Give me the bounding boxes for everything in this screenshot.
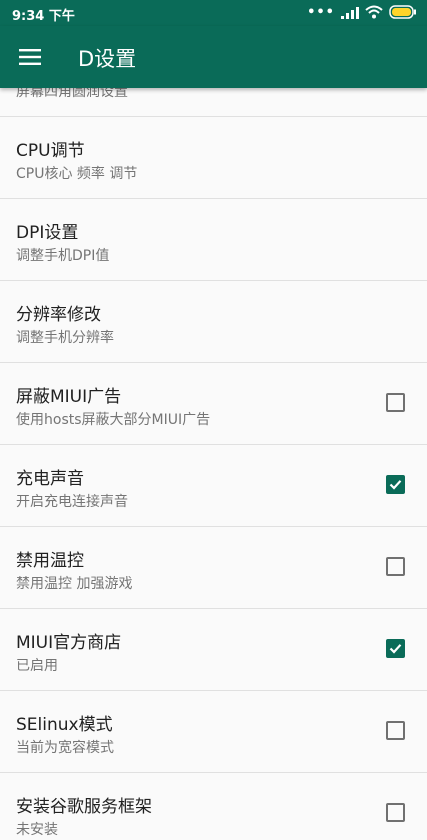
app-bar: D设置 [0, 26, 427, 88]
status-time: 9:34 下午 [12, 9, 75, 24]
setting-subtitle: 禁用温控 加强游戏 [16, 576, 133, 592]
setting-subtitle: 当前为宽容模式 [16, 740, 114, 756]
setting-subtitle: CPU核心 频率 调节 [16, 166, 138, 182]
settings-list[interactable]: 屏幕圆角设置屏幕四角圆润设置 CPU调节 CPU核心 频率 调节 DPI设置调整手机D… [0, 88, 427, 840]
setting-row-disable-thermal[interactable]: 禁用温控禁用温控 加强游戏 [0, 527, 427, 609]
setting-subtitle: 调整手机分辨率 [16, 330, 114, 346]
hamburger-menu-icon [19, 49, 41, 65]
checkmark-icon [389, 644, 402, 654]
setting-title: MIUI官方商店 [16, 633, 122, 653]
setting-checkbox[interactable] [386, 393, 405, 412]
setting-subtitle: 屏幕四角圆润设置 [16, 88, 128, 100]
setting-title: DPI设置 [16, 223, 79, 243]
setting-row-cpu-tuning[interactable]: CPU调节 CPU核心 频率 调节 [0, 117, 427, 199]
setting-title: 安装谷歌服务框架 [16, 797, 152, 817]
menu-button[interactable] [10, 37, 50, 77]
setting-row-charging-sound[interactable]: 充电声音开启充电连接声音 [0, 445, 427, 527]
wifi-icon [365, 4, 383, 23]
setting-row-miui-store[interactable]: MIUI官方商店已启用 [0, 609, 427, 691]
setting-row-google-services[interactable]: 安装谷歌服务框架未安装 [0, 773, 427, 840]
setting-subtitle: 调整手机DPI值 [16, 248, 110, 264]
setting-title: 屏蔽MIUI广告 [16, 387, 122, 407]
signal-icon [341, 4, 359, 23]
more-dots-icon: ••• [307, 5, 335, 20]
setting-title: CPU调节 [16, 141, 85, 161]
setting-title: SElinux模式 [16, 715, 113, 735]
setting-row-rounded-corner[interactable]: 屏幕圆角设置屏幕四角圆润设置 [0, 88, 427, 117]
setting-checkbox[interactable] [386, 721, 405, 740]
setting-row-dpi[interactable]: DPI设置调整手机DPI值 [0, 199, 427, 281]
setting-title: 分辨率修改 [16, 305, 101, 325]
setting-subtitle: 已启用 [16, 658, 58, 674]
setting-row-resolution[interactable]: 分辨率修改调整手机分辨率 [0, 281, 427, 363]
setting-title: 禁用温控 [16, 551, 84, 571]
setting-subtitle: 未安装 [16, 822, 58, 838]
status-bar: 9:34 下午 ••• [0, 0, 427, 26]
page-title: D设置 [78, 47, 137, 71]
battery-icon [389, 4, 417, 23]
setting-checkbox[interactable] [386, 639, 405, 658]
status-icons: ••• [307, 4, 417, 22]
setting-row-selinux-mode[interactable]: SElinux模式当前为宽容模式 [0, 691, 427, 773]
setting-row-block-miui-ads[interactable]: 屏蔽MIUI广告使用hosts屏蔽大部分MIUI广告 [0, 363, 427, 445]
setting-subtitle: 开启充电连接声音 [16, 494, 128, 510]
setting-checkbox[interactable] [386, 557, 405, 576]
setting-subtitle: 使用hosts屏蔽大部分MIUI广告 [16, 412, 211, 428]
setting-checkbox[interactable] [386, 475, 405, 494]
setting-title: 充电声音 [16, 469, 84, 489]
setting-checkbox[interactable] [386, 803, 405, 822]
checkmark-icon [389, 480, 402, 490]
